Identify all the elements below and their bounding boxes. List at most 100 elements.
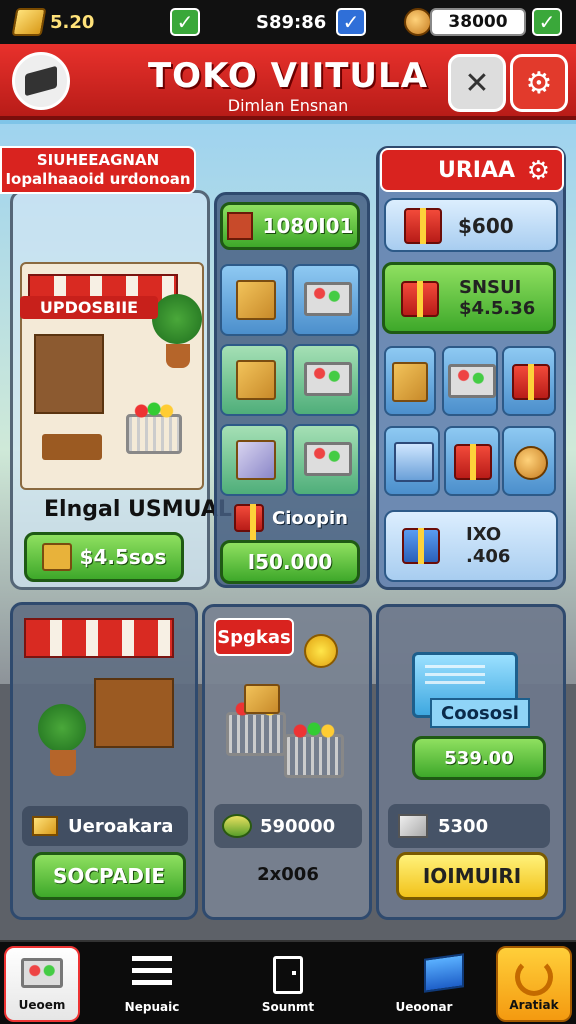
item-row: Cioopin: [234, 504, 348, 540]
coins-field[interactable]: 38000: [430, 8, 526, 36]
mascot-icon: [514, 446, 548, 480]
cart-icon: [304, 282, 352, 316]
bench: [42, 434, 102, 460]
item-label: Cioopin: [272, 507, 348, 529]
nav-label: Ueoem: [18, 998, 66, 1012]
reward-tile-cart[interactable]: [442, 346, 498, 416]
store-label: Ueroakara: [68, 815, 174, 837]
store-illustration[interactable]: [24, 618, 184, 788]
check-icon[interactable]: ✓: [532, 8, 562, 36]
bundle-line1: IXO: [466, 524, 502, 545]
nav-item-book[interactable]: Ueoonar: [386, 946, 464, 1022]
box-icon: [244, 684, 280, 714]
store-awning: [24, 618, 174, 658]
coin-icon: [304, 634, 338, 668]
banner-title: SIUHEEAGNAN: [36, 151, 160, 169]
plant-icon: [38, 704, 86, 752]
nav-item-door[interactable]: Sounmt: [250, 946, 326, 1022]
item-tile-box[interactable]: [220, 264, 288, 336]
middle-value: S89:86: [256, 11, 327, 33]
nav-item-shop[interactable]: Ueoem: [4, 946, 80, 1022]
fridge-icon: [394, 442, 434, 482]
item-tile-cart[interactable]: [292, 264, 360, 336]
offer-price: $4.5.36: [459, 298, 536, 319]
reward-tile-register[interactable]: [502, 346, 556, 416]
store-upgrade-button[interactable]: SOCPADIE: [32, 852, 186, 900]
gold-bar-icon: [11, 8, 47, 36]
items-buy-button[interactable]: I50.000: [220, 540, 360, 584]
nav-item-refresh[interactable]: Aratiak: [496, 946, 572, 1022]
gift-icon: [401, 281, 439, 317]
reward-offer-button[interactable]: SNSUI $4.5.36: [382, 262, 556, 334]
stone-icon: [398, 814, 428, 838]
status-bar: 5.20 ✓ S89:86 ✓ 38000 ✓: [0, 0, 576, 44]
shop-banner: SIUHEEAGNAN Iopalhaaoid urdonoan: [0, 146, 196, 194]
app-header: TOKO VIITULA Dimlan Ensnan ✕ ⚙: [0, 44, 576, 120]
melon-icon: [222, 814, 252, 838]
box-icon: [236, 360, 276, 400]
reward-tile-mascot[interactable]: [502, 426, 556, 496]
tools-button[interactable]: ✕: [448, 54, 506, 112]
gift-icon: [41, 543, 72, 571]
cart-icon[interactable]: [226, 697, 286, 756]
register-icon: [512, 364, 550, 400]
door-icon: [273, 956, 303, 994]
reward-tile-box[interactable]: [384, 346, 436, 416]
plant-icon: [152, 294, 202, 344]
store-shelf: [94, 678, 174, 748]
reward-tile-fridge[interactable]: [384, 426, 440, 496]
machine-icon: [454, 444, 492, 480]
cart-icon: [21, 958, 63, 988]
cart-icon[interactable]: [284, 719, 344, 778]
upgrade-value-row: 5300: [388, 804, 550, 848]
item-tile-cart[interactable]: [292, 344, 360, 416]
check-icon[interactable]: ✓: [170, 8, 200, 36]
items-top-button[interactable]: 1080I01: [220, 202, 360, 250]
rewards-title: URIAA: [438, 157, 516, 183]
box-icon: [392, 362, 428, 402]
gift-icon: [404, 208, 442, 244]
reward-tile-machine[interactable]: [444, 426, 500, 496]
pot: [50, 750, 76, 776]
cart-icon: [304, 442, 352, 476]
shop-sign: UPDOSBIIE: [20, 296, 158, 319]
nav-label: Aratiak: [509, 998, 559, 1012]
carts-value-row: 590000: [214, 804, 362, 848]
item-tile-goods[interactable]: [220, 424, 288, 496]
bottom-nav: Ueoem Nepuaic Sounmt Ueoonar Aratiak: [0, 940, 576, 1024]
shop-price-button[interactable]: $4.5sos: [24, 532, 184, 582]
reward-bundle-row[interactable]: IXO .406: [384, 510, 558, 582]
nav-label: Ueoonar: [395, 1000, 453, 1014]
settings-button[interactable]: ⚙: [510, 54, 568, 112]
menu-icon: [132, 956, 172, 986]
cart-icon: [448, 364, 496, 398]
item-tile-cart[interactable]: [292, 424, 360, 496]
shop-name: Elngal USMUAL: [44, 497, 232, 522]
offer-title: SNSUI: [459, 277, 522, 298]
pot: [166, 344, 190, 368]
carts-sub-value: 2x006: [257, 864, 319, 885]
mascot-icon: [404, 8, 432, 36]
gold-bar-icon: [32, 816, 58, 836]
carts-value: 590000: [260, 815, 336, 837]
book-icon: [424, 953, 464, 993]
card-price-button[interactable]: 539.00: [412, 736, 546, 780]
gear-icon[interactable]: ⚙: [527, 156, 550, 186]
bundle-line2: .406: [466, 546, 511, 567]
nav-label: Nepuaic: [124, 1000, 180, 1014]
tools-icon: ✕: [464, 65, 490, 101]
gift-icon: [234, 504, 264, 540]
upgrade-yellow-button[interactable]: IOIMUIRI: [396, 852, 548, 900]
nav-item-menu[interactable]: Nepuaic: [114, 946, 190, 1022]
shop-price-label: $4.5sos: [79, 545, 167, 569]
reward-row[interactable]: $600: [384, 198, 558, 252]
box-icon: [236, 280, 276, 320]
cart-icon: [304, 362, 352, 396]
nav-label: Sounmt: [261, 1000, 315, 1014]
reward-value: $600: [458, 214, 514, 238]
middle-counter: S89:86: [256, 6, 326, 38]
check-icon[interactable]: ✓: [336, 8, 366, 36]
gold-counter[interactable]: 5.20: [11, 6, 94, 38]
item-tile-box[interactable]: [220, 344, 288, 416]
goods-icon: [236, 440, 276, 480]
